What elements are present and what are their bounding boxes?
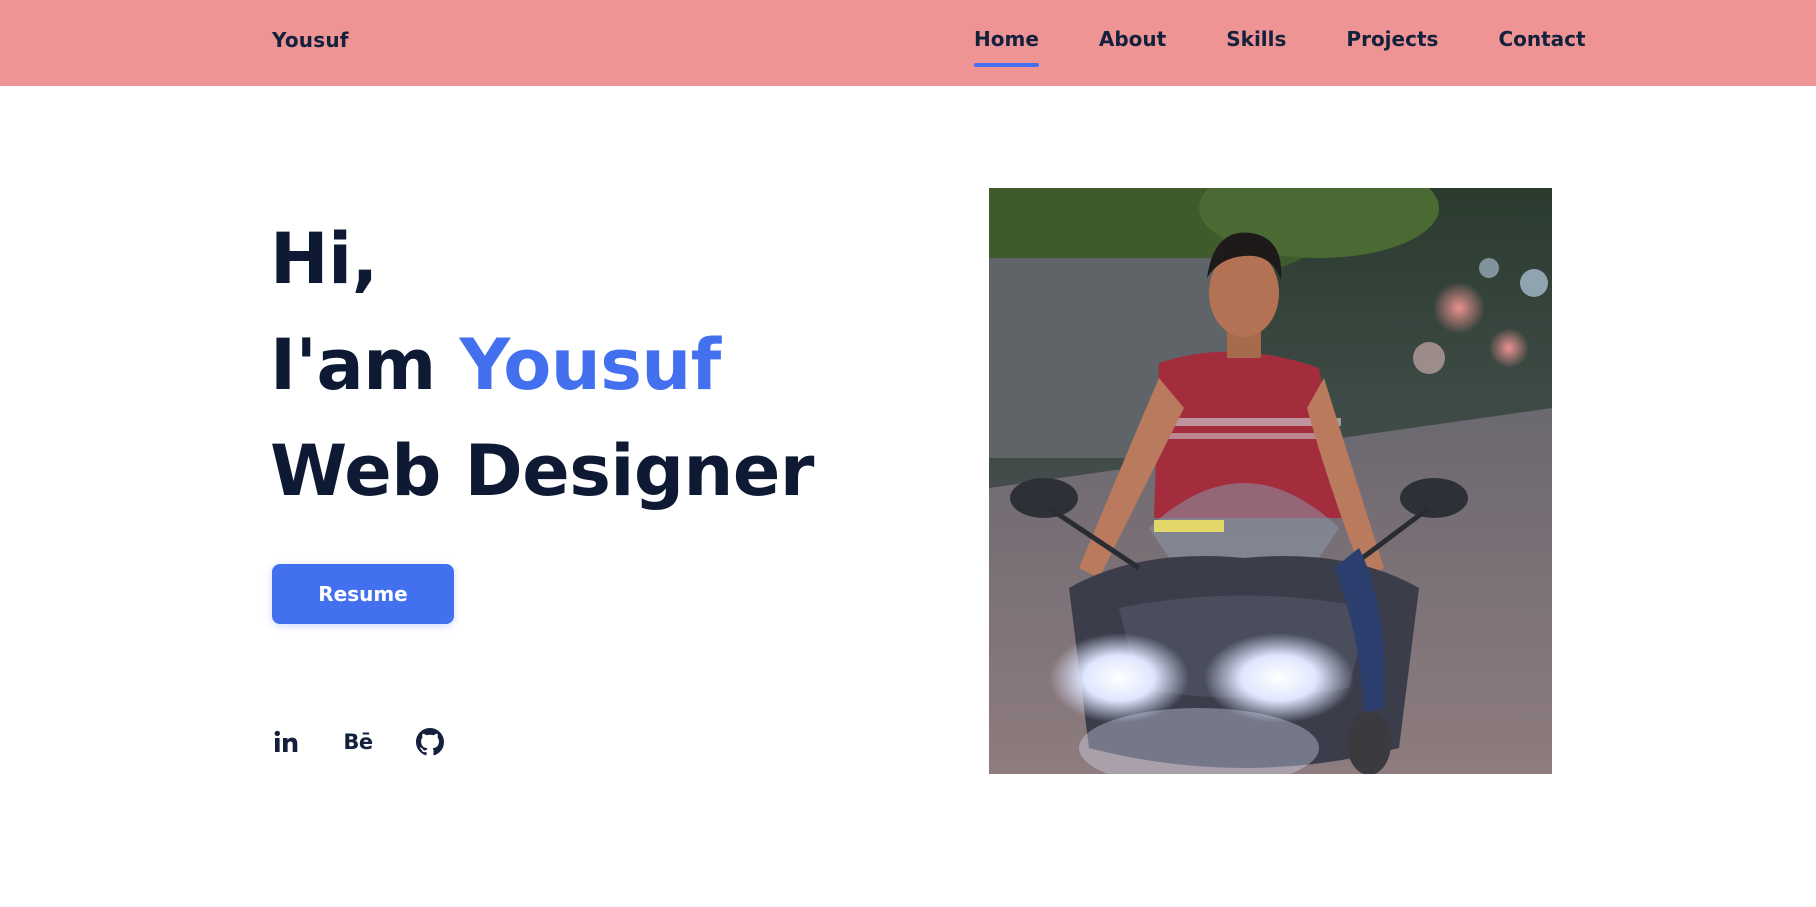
site-header: Yousuf Home About Skills Projects Contac…	[0, 0, 1816, 86]
hero-heading: Hi, I'am Yousuf Web Designer	[270, 206, 814, 524]
social-links: Bē	[272, 728, 444, 756]
profile-photo-illustration	[989, 188, 1552, 774]
main-nav: Home About Skills Projects Contact	[974, 27, 1586, 67]
hero-role: Web Designer	[270, 430, 814, 512]
github-icon[interactable]	[416, 728, 444, 756]
hero-intro-prefix: I'am	[270, 324, 436, 406]
hero-intro-line: I'am Yousuf	[270, 312, 814, 418]
nav-link-skills[interactable]: Skills	[1226, 27, 1286, 51]
hero-greeting: Hi,	[270, 218, 378, 300]
brand-logo[interactable]: Yousuf	[272, 28, 349, 52]
nav-link-contact[interactable]: Contact	[1498, 27, 1585, 51]
nav-link-projects[interactable]: Projects	[1346, 27, 1438, 51]
linkedin-icon[interactable]	[272, 728, 300, 756]
profile-photo	[989, 188, 1552, 774]
nav-link-home[interactable]: Home	[974, 27, 1039, 67]
nav-link-about[interactable]: About	[1099, 27, 1166, 51]
behance-icon[interactable]: Bē	[343, 728, 373, 756]
hero-name: Yousuf	[459, 324, 722, 406]
behance-label: Bē	[343, 730, 373, 754]
resume-button[interactable]: Resume	[272, 564, 454, 624]
